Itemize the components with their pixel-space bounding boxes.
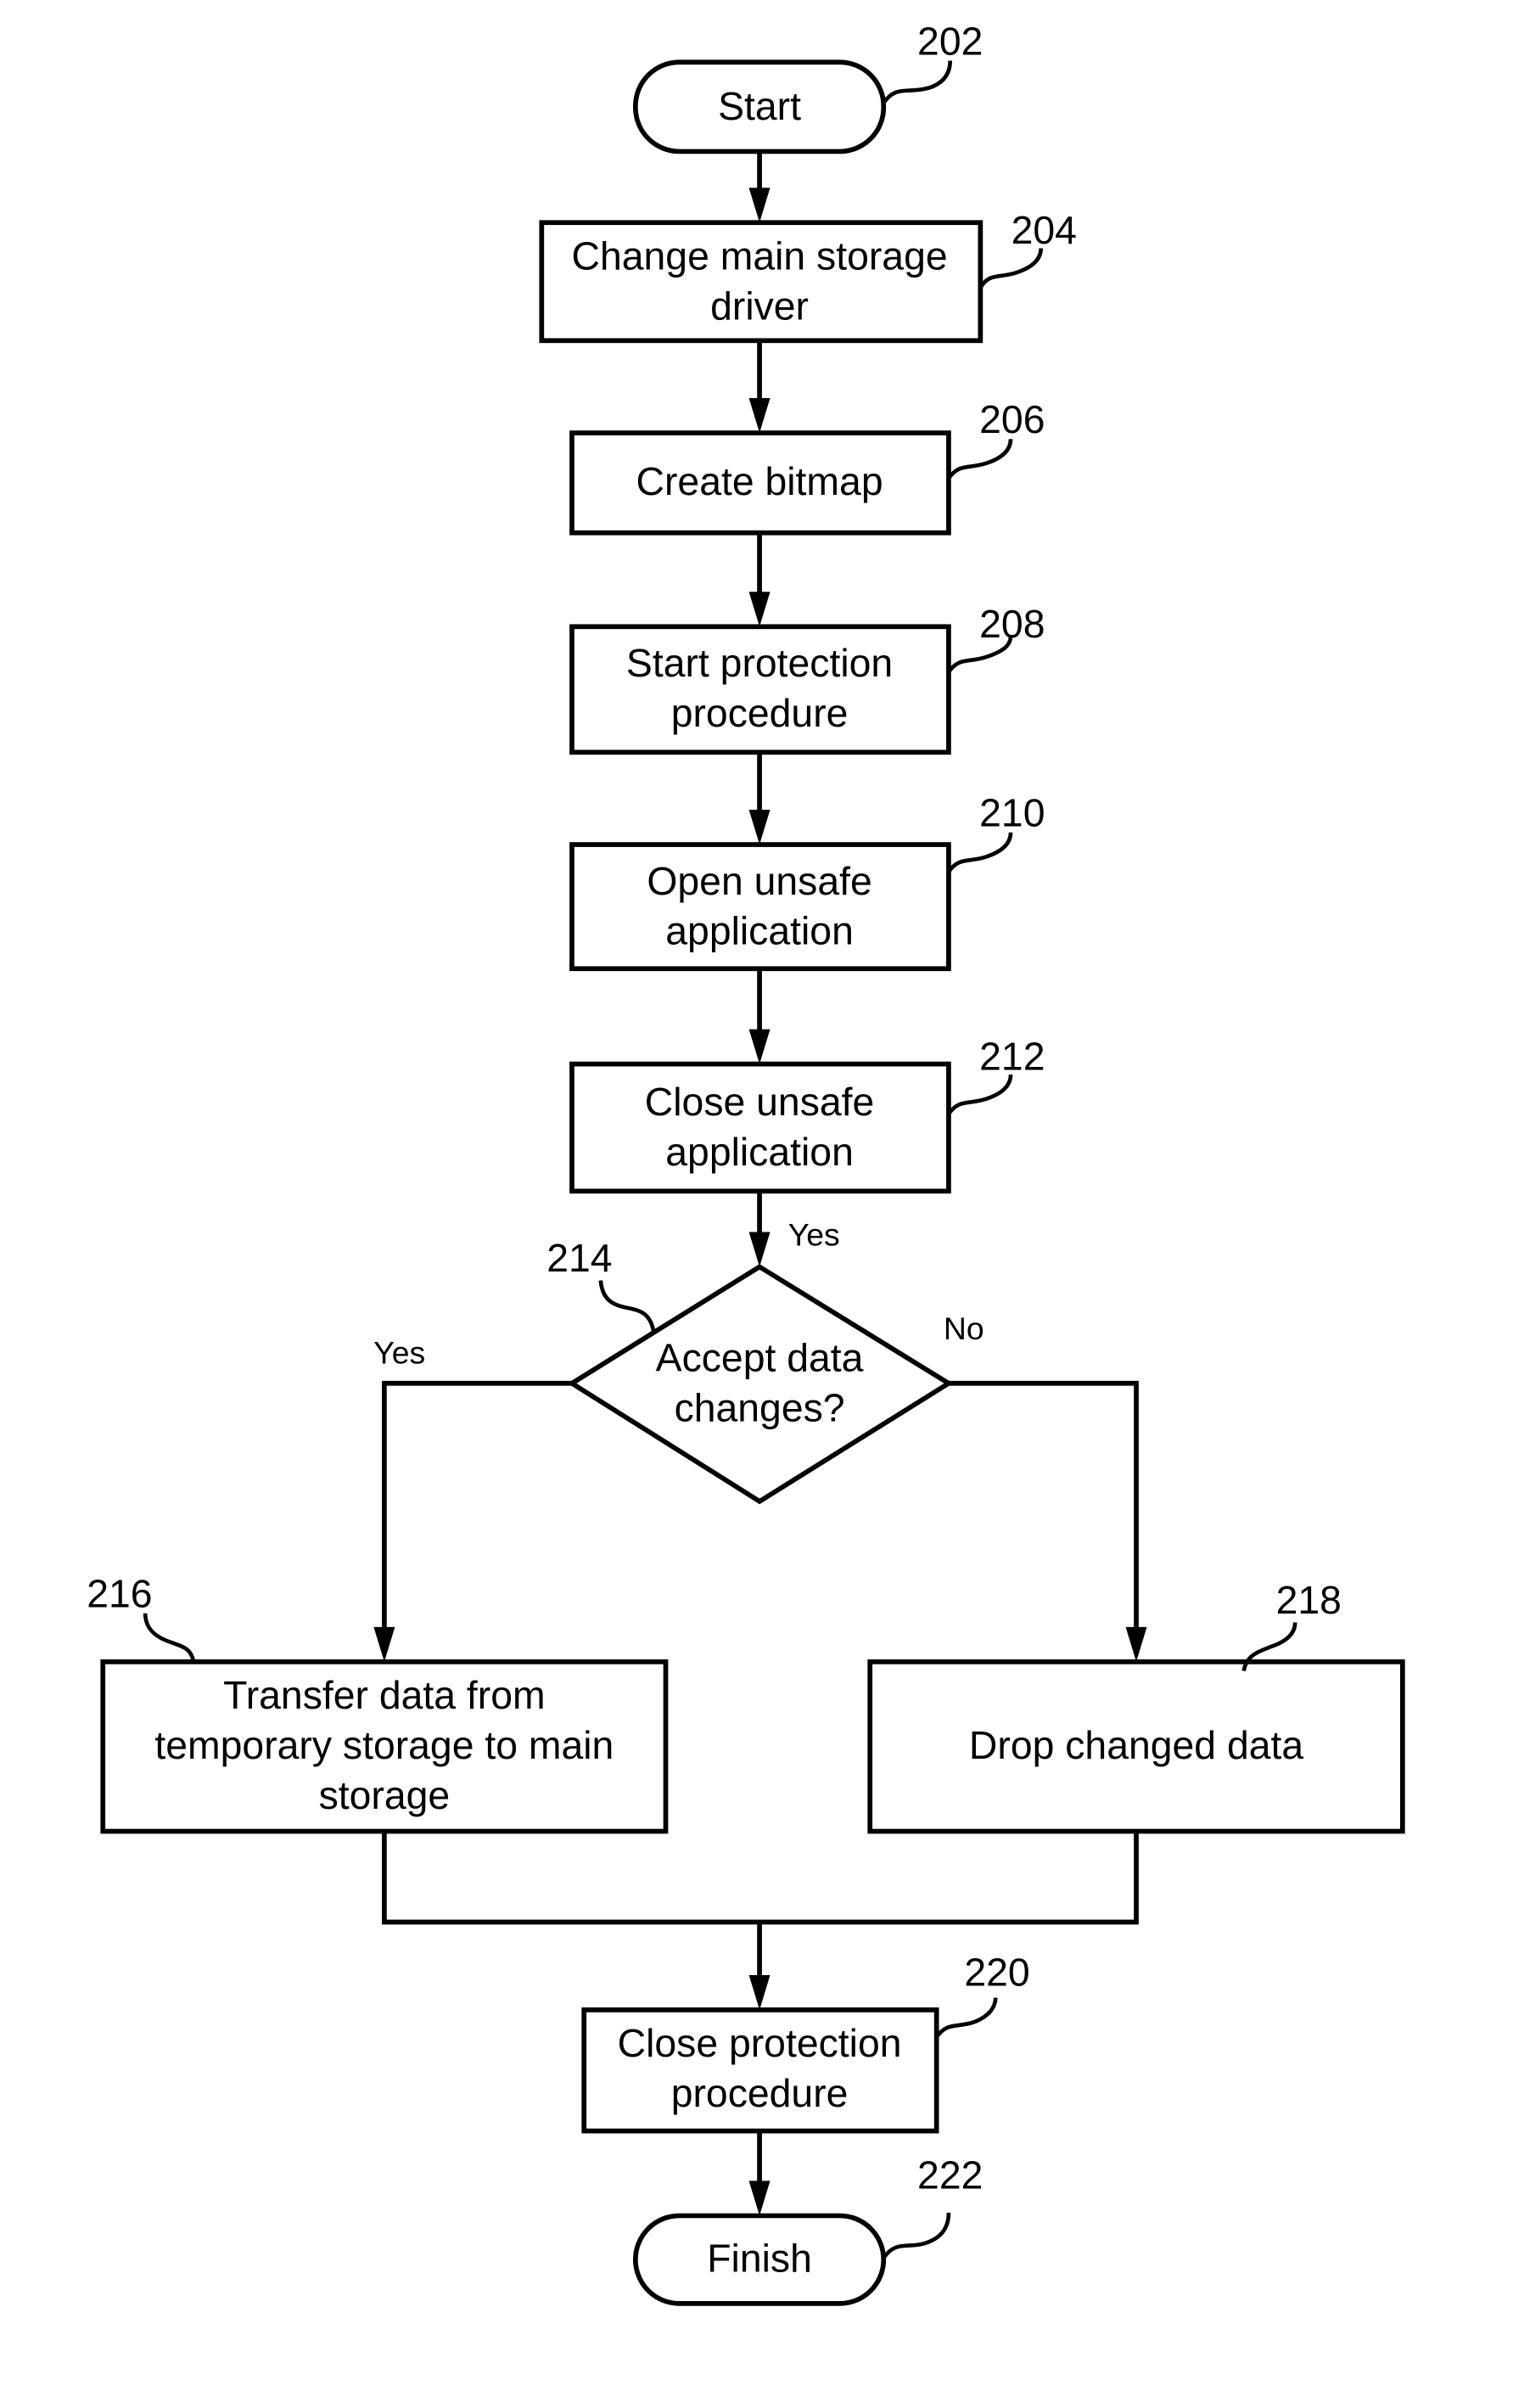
connector-214-218 [948, 1380, 1139, 1629]
leader-212 [947, 1074, 1013, 1115]
node-finish-label: Finish [707, 2236, 812, 2280]
ref-216: 216 [87, 1572, 152, 1616]
arrowhead-icon [748, 810, 771, 845]
branch-label-yes: Yes [373, 1335, 425, 1371]
node-220-line-1: Close protection [618, 2021, 902, 2065]
arrowhead-icon [1125, 1626, 1147, 1662]
ref-220: 220 [964, 1950, 1029, 1994]
connector-merge [382, 1831, 1139, 1925]
node-212: Close unsafe application [569, 1061, 951, 1194]
leader-206 [947, 439, 1013, 480]
arrowhead-icon [748, 1974, 771, 2010]
node-204-line-1: Change main storage [572, 233, 948, 278]
leader-222 [882, 2212, 951, 2259]
ref-208: 208 [979, 602, 1045, 646]
connector-214-216 [382, 1380, 572, 1629]
node-216-line-2: temporary storage to main [154, 1723, 614, 1767]
node-210-line-2: application [665, 909, 854, 953]
ref-214: 214 [546, 1236, 612, 1280]
node-220: Close protection procedure [581, 2007, 939, 2134]
arrowhead-icon [373, 1626, 395, 1662]
node-212-line-1: Close unsafe [645, 1080, 875, 1124]
leader-214 [598, 1280, 656, 1333]
arrowhead-icon [748, 2181, 771, 2216]
leader-216 [143, 1613, 196, 1663]
node-208: Start protection procedure [569, 624, 951, 755]
leader-202 [882, 60, 953, 104]
arrowhead-icon [748, 188, 771, 223]
ref-218: 218 [1276, 1578, 1342, 1622]
node-204-line-2: driver [710, 283, 809, 328]
node-start: Start [633, 59, 887, 154]
node-206-label: Create bitmap [636, 459, 883, 503]
arrowhead-icon [748, 1029, 771, 1064]
node-214-decision: Accept data changes? [567, 1264, 954, 1505]
ref-206: 206 [979, 397, 1045, 441]
ref-222: 222 [917, 2153, 983, 2197]
node-212-line-2: application [665, 1130, 854, 1174]
arrowhead-icon [748, 398, 771, 434]
node-210-line-1: Open unsafe [647, 859, 871, 903]
node-216: Transfer data from temporary storage to … [100, 1659, 669, 1834]
arrowhead-icon [748, 1232, 771, 1267]
node-214-line-2: changes? [675, 1385, 845, 1429]
node-220-line-2: procedure [671, 2071, 849, 2115]
ref-202: 202 [917, 19, 983, 63]
node-208-line-2: procedure [671, 691, 849, 735]
leader-204 [978, 248, 1044, 289]
ref-204: 204 [1011, 208, 1077, 252]
ref-212: 212 [979, 1035, 1045, 1079]
leader-210 [947, 832, 1013, 873]
node-210: Open unsafe application [569, 842, 951, 972]
node-216-line-3: storage [319, 1773, 451, 1817]
flowchart: Start 202 Change main storage driver 204… [87, 19, 1405, 2306]
node-start-label: Start [718, 84, 801, 128]
node-208-line-1: Start protection [626, 641, 893, 685]
node-218-label: Drop changed data [969, 1723, 1303, 1767]
branch-label-into-decision: Yes [788, 1217, 840, 1253]
arrowhead-icon [748, 592, 771, 627]
node-218: Drop changed data [867, 1659, 1405, 1834]
leader-220 [934, 1997, 998, 2039]
branch-label-no: No [944, 1311, 984, 1346]
node-204: Change main storage driver [539, 220, 983, 344]
node-216-line-1: Transfer data from [223, 1673, 545, 1717]
ref-210: 210 [979, 791, 1045, 835]
node-finish: Finish [633, 2213, 887, 2306]
node-206: Create bitmap [569, 430, 951, 536]
node-214-line-1: Accept data [656, 1336, 864, 1380]
